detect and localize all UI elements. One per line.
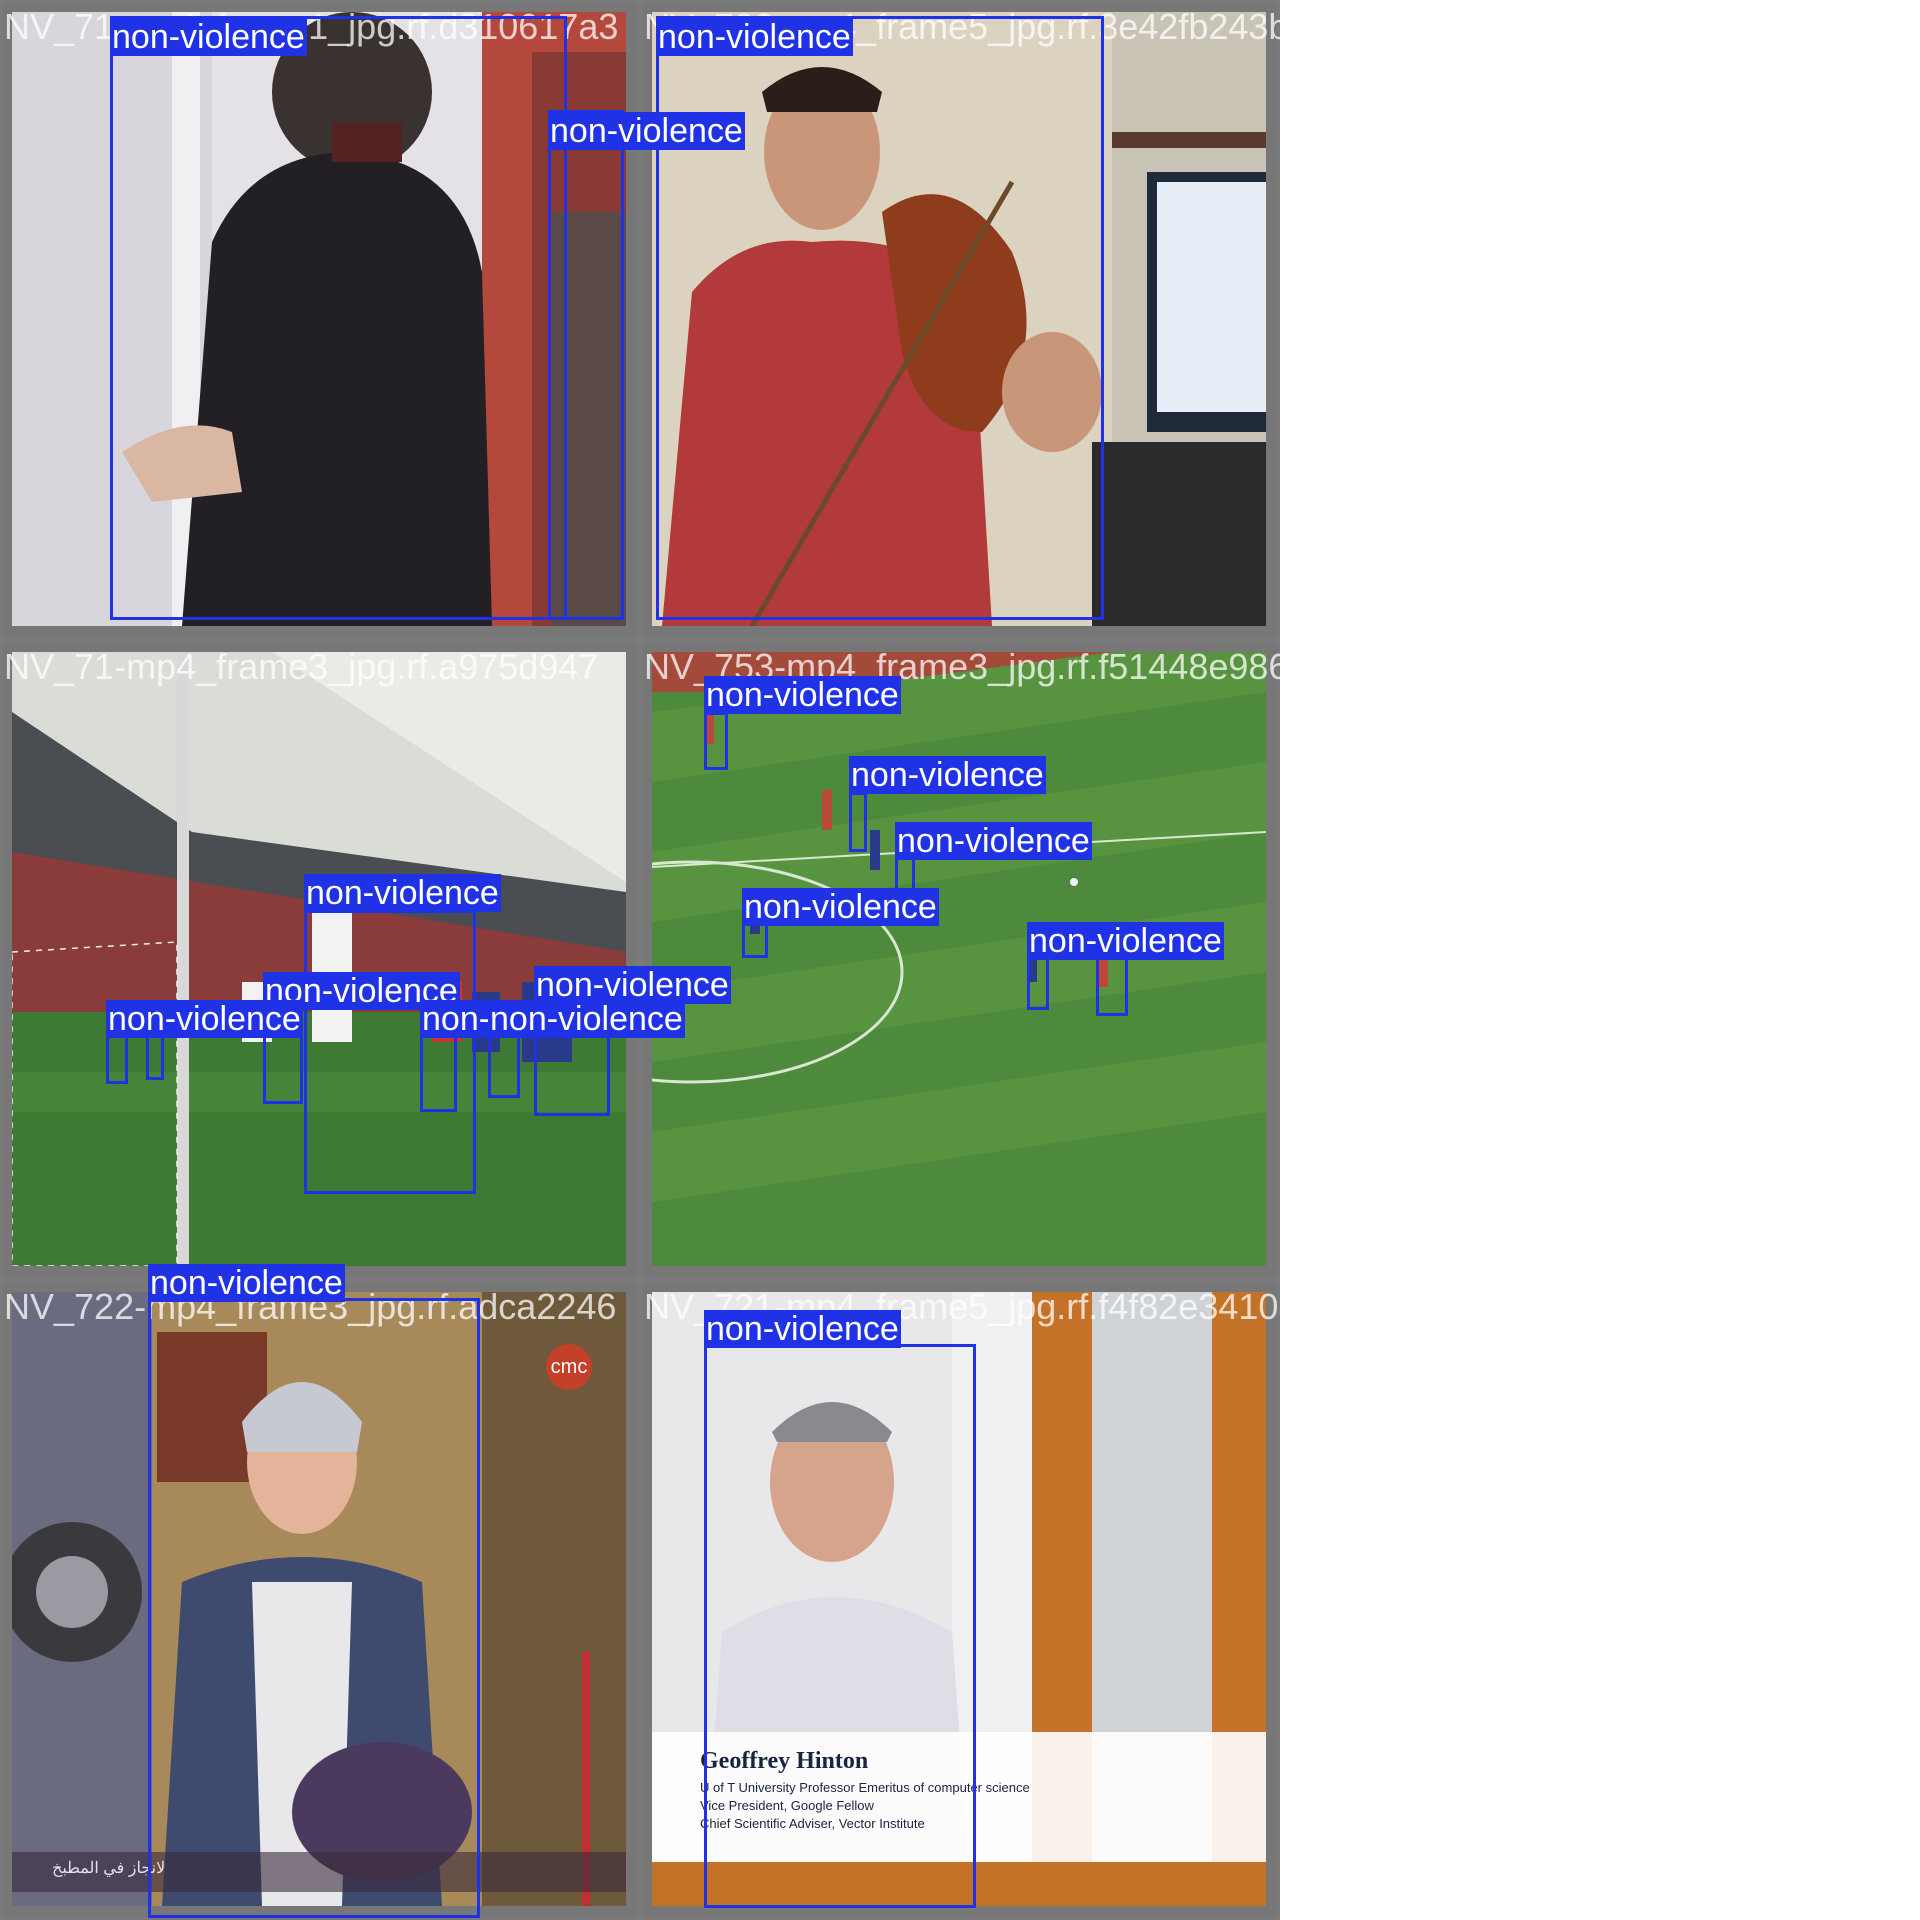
detection-label: non-violence	[148, 1264, 345, 1302]
detection-label: non-violence	[106, 1000, 303, 1038]
tile-3: NV_71-mp4_frame3_jpg.rf.a975d947 non-vio…	[0, 640, 731, 1280]
detection-box	[704, 712, 728, 770]
tile-6: Geoffrey Hinton U of T University Profes…	[640, 1280, 1377, 1920]
detection-label: non-violence	[548, 112, 745, 150]
detection-box	[704, 1344, 976, 1908]
detection-label: non-violence	[1027, 922, 1224, 960]
detection-box	[110, 16, 567, 620]
detection-label: non-violence	[488, 1000, 685, 1038]
detection-label: non-violence	[742, 888, 939, 926]
tile-1: NV_71-mp4_frame1_jpg.rf.d310617a3 non-vi…	[0, 0, 745, 640]
tile-5: لانجاز في المطبخ cmc NV_722-mp4_frame3_j…	[0, 1264, 640, 1920]
tile-2: NV_722-mp4_frame5_jpg.rf.3e42fb243b8bc59…	[640, 0, 1387, 640]
detection-label: non-violence	[304, 874, 501, 912]
tile-3-title: NV_71-mp4_frame3_jpg.rf.a975d947	[4, 646, 599, 687]
tv-channel-logo: cmc	[546, 1344, 592, 1390]
detection-label: non-violence	[110, 18, 307, 56]
detection-box	[420, 1032, 457, 1112]
detection-label: non-violence	[849, 756, 1046, 794]
detection-label: non-violence	[534, 966, 731, 1004]
detection-label: non-violence	[895, 822, 1092, 860]
detection-label: non-violence	[704, 1310, 901, 1348]
detection-box	[548, 110, 624, 620]
detection-box	[656, 16, 1104, 620]
tile-4: NV_753-mp4_frame3_jpg.rf.f51448e986d5545…	[640, 640, 1409, 1280]
image-mosaic: NV_71-mp4_frame1_jpg.rf.d310617a3 non-vi…	[0, 0, 1409, 1920]
detection-box	[148, 1298, 480, 1918]
detection-label: non-violence	[704, 676, 901, 714]
detection-box	[849, 792, 867, 852]
detection-label: non-violence	[656, 18, 853, 56]
